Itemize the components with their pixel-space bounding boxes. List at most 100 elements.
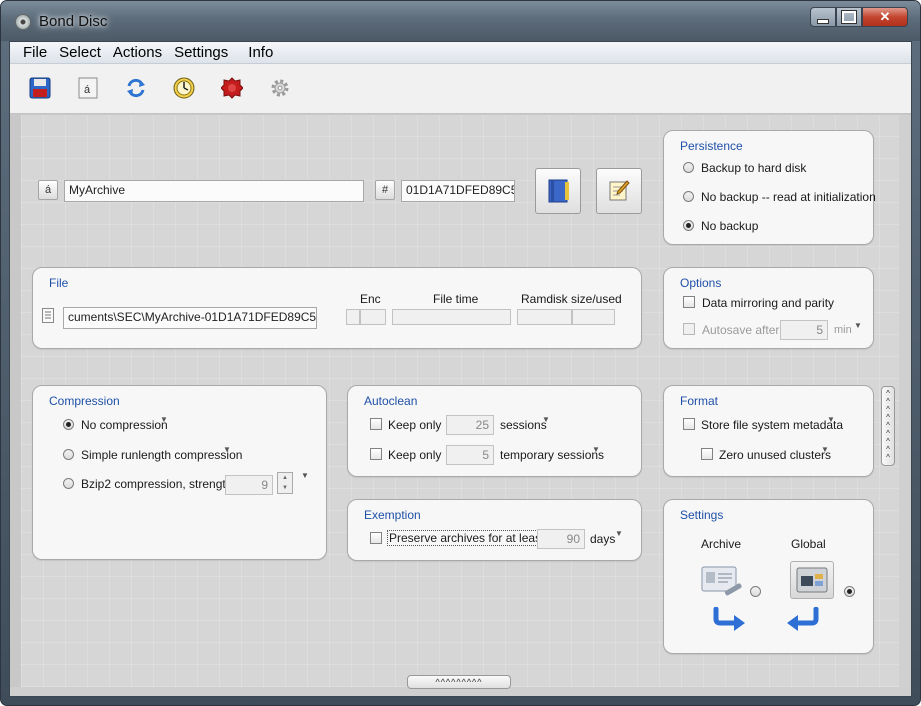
ramdisk-size-box — [517, 309, 572, 325]
autosave-unit: min — [834, 324, 852, 336]
save-icon — [29, 77, 51, 99]
menu-settings[interactable]: Settings — [168, 43, 234, 63]
label-sessions: sessions — [500, 418, 547, 432]
document-icon — [42, 308, 54, 323]
enc-box-2 — [360, 309, 386, 325]
archive-apply-arrow-icon[interactable] — [712, 607, 746, 631]
minimize-button[interactable] — [810, 7, 836, 27]
menu-info[interactable]: Info — [242, 43, 279, 63]
label-global-scope: Global — [791, 537, 826, 551]
save-button[interactable] — [28, 76, 52, 100]
temp-sessions-dropdown-icon[interactable]: ▼ — [592, 445, 600, 454]
keep-temp-sessions-input[interactable]: 5 — [446, 445, 494, 465]
options-title: Options — [680, 276, 722, 290]
radio-no-compression[interactable] — [63, 419, 74, 430]
archive-book-button[interactable] — [535, 168, 581, 214]
autoclean-panel: Autoclean Keep only 25 sessions ▼ Keep o… — [347, 385, 642, 477]
label-archive-scope: Archive — [701, 537, 742, 551]
column-ramdisk: Ramdisk size/used — [521, 292, 622, 306]
bzip2-strength-spinner[interactable]: ▲ ▼ — [277, 472, 293, 494]
id-card-wrench-icon — [701, 566, 742, 596]
keep-sessions-input[interactable]: 25 — [446, 415, 494, 435]
label-store-metadata: Store file system metadata — [701, 418, 844, 432]
seal-icon — [221, 77, 243, 99]
runlength-dropdown-icon[interactable]: ▼ — [223, 445, 231, 454]
no-compression-dropdown-icon[interactable]: ▼ — [160, 415, 168, 424]
spin-up-icon[interactable]: ▲ — [282, 475, 288, 481]
title-bar[interactable]: Bond Disc ✕ — [1, 1, 920, 41]
label-no-compression: No compression — [81, 418, 168, 432]
spin-down-icon[interactable]: ▼ — [282, 485, 288, 491]
compression-title: Compression — [49, 394, 120, 408]
zero-clusters-dropdown-icon[interactable]: ▼ — [821, 445, 829, 454]
archive-name-input[interactable]: MyArchive — [64, 180, 364, 202]
days-dropdown-icon[interactable]: ▼ — [615, 529, 623, 538]
label-temp-sessions: temporary sessions — [500, 448, 605, 462]
radio-no-backup[interactable] — [683, 220, 694, 231]
global-settings-image[interactable] — [790, 561, 834, 599]
label-data-mirroring: Data mirroring and parity — [702, 296, 835, 310]
archive-id-input[interactable]: 01D1A71DFED89C5F — [401, 180, 515, 202]
timer-icon — [173, 77, 195, 99]
checkbox-preserve-archives[interactable] — [370, 532, 382, 544]
checkbox-keep-sessions[interactable] — [370, 418, 382, 430]
menu-actions[interactable]: Actions — [107, 43, 168, 63]
label-days: days — [590, 532, 616, 546]
right-strip — [899, 115, 911, 687]
format-title: Format — [680, 394, 719, 408]
gear-icon — [271, 79, 289, 97]
app-disc-icon[interactable] — [15, 14, 31, 30]
radio-bzip2[interactable] — [63, 478, 74, 489]
radio-runlength[interactable] — [63, 449, 74, 460]
refresh-button[interactable] — [124, 76, 148, 100]
bzip2-dropdown-icon[interactable]: ▼ — [301, 471, 309, 480]
bottom-scroll-expander[interactable]: ^^^^^^^^^ — [407, 675, 511, 689]
file-time-box — [392, 309, 511, 325]
close-button[interactable]: ✕ — [862, 7, 908, 27]
main-window: Bond Disc ✕ File Select Actions Settings… — [0, 0, 921, 706]
window-title: Bond Disc — [39, 13, 108, 30]
archive-notes-button[interactable] — [596, 168, 642, 214]
enc-box-1 — [346, 309, 360, 325]
label-keep-sessions: Keep only — [388, 418, 442, 432]
menu-select[interactable]: Select — [53, 43, 107, 63]
format-panel: Format Store file system metadata ▼ Zero… — [663, 385, 874, 477]
label-no-backup: No backup — [701, 219, 759, 233]
radio-global-scope[interactable] — [844, 586, 855, 597]
archive-name-button[interactable]: á — [38, 180, 58, 200]
store-metadata-dropdown-icon[interactable]: ▼ — [827, 415, 835, 424]
preserve-days-input[interactable]: 90 — [537, 529, 585, 549]
folder-settings-icon — [796, 567, 828, 593]
checkbox-autosave[interactable] — [683, 323, 695, 335]
panel-scroll-expander[interactable]: ^ ^ ^ ^ ^ ^ ^ ^ ^ — [881, 386, 895, 466]
exemption-title: Exemption — [364, 508, 421, 522]
timer-button[interactable] — [172, 76, 196, 100]
toolbar: á — [10, 64, 911, 114]
label-keep-temp-sessions: Keep only — [388, 448, 442, 462]
menu-file[interactable]: File — [10, 43, 53, 63]
checkbox-store-metadata[interactable] — [683, 418, 695, 430]
close-icon: ✕ — [879, 9, 891, 24]
radio-backup-hard-disk[interactable] — [683, 162, 694, 173]
rename-button[interactable]: á — [76, 76, 100, 100]
archive-id-button[interactable]: # — [375, 180, 395, 200]
maximize-button[interactable] — [836, 7, 862, 27]
options-panel: Options Data mirroring and parity Autosa… — [663, 267, 874, 349]
settings-panel: Settings Archive Global — [663, 499, 874, 654]
seal-button[interactable] — [220, 76, 244, 100]
label-backup-hard-disk: Backup to hard disk — [701, 161, 807, 175]
bzip2-strength-input[interactable]: 9 — [225, 475, 273, 495]
autosave-minutes-input[interactable]: 5 — [780, 320, 828, 340]
checkbox-data-mirroring[interactable] — [683, 296, 695, 308]
global-apply-arrow-icon[interactable] — [786, 607, 820, 631]
archive-settings-image[interactable] — [700, 563, 744, 599]
checkbox-keep-temp-sessions[interactable] — [370, 448, 382, 460]
file-path-input[interactable]: cuments\SEC\MyArchive-01D1A71DFED89C5F.s… — [63, 307, 317, 329]
autosave-dropdown-icon[interactable]: ▼ — [854, 321, 862, 330]
gear-button[interactable] — [268, 76, 292, 100]
sessions-dropdown-icon[interactable]: ▼ — [542, 415, 550, 424]
column-enc: Enc — [360, 292, 381, 306]
radio-no-backup-read-init[interactable] — [683, 191, 694, 202]
checkbox-zero-clusters[interactable] — [701, 448, 713, 460]
radio-archive-scope[interactable] — [750, 586, 761, 597]
